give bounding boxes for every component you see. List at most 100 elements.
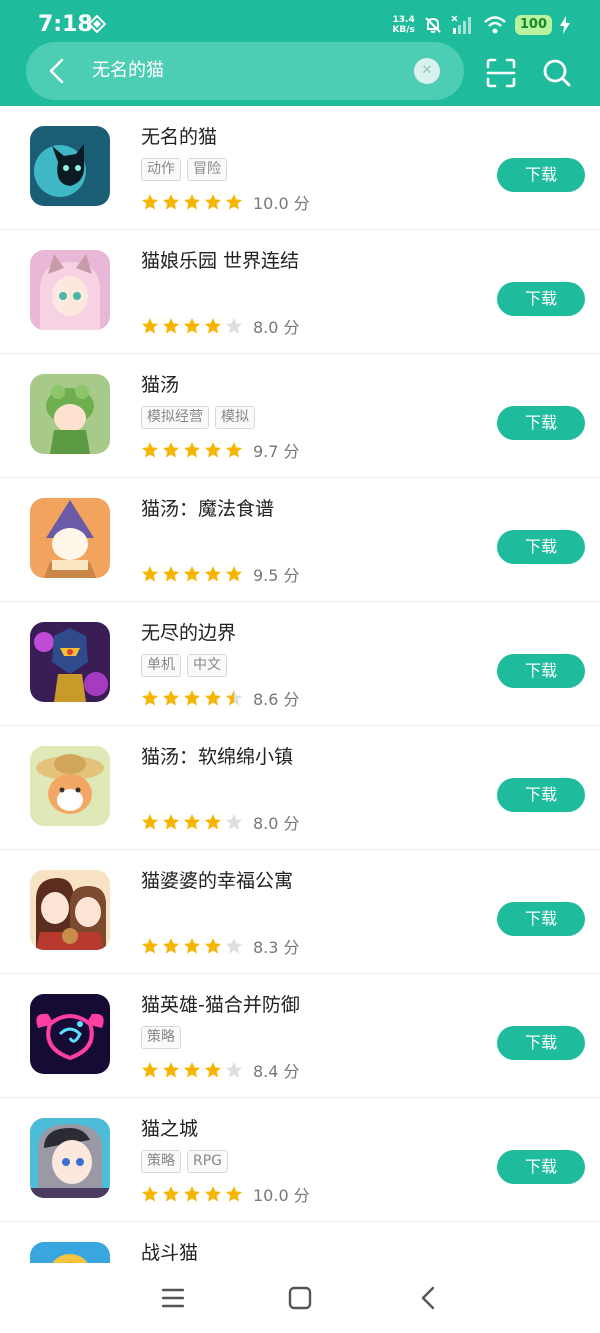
app-title: 无尽的边界 — [141, 622, 237, 644]
tag: 中文 — [187, 654, 227, 677]
list-item[interactable]: 猫汤 模拟经营 模拟 9.7 分 下载 — [0, 354, 600, 478]
home-icon[interactable] — [287, 1285, 313, 1311]
search-input[interactable] — [92, 56, 402, 86]
search-bar: ✕ — [26, 42, 464, 100]
download-button[interactable]: 下载 — [497, 530, 585, 564]
app-icon — [30, 1242, 110, 1263]
download-button[interactable]: 下载 — [497, 158, 585, 192]
tag: RPG — [187, 1150, 229, 1173]
app-icon — [30, 622, 110, 702]
score: 8.3 分 — [253, 938, 300, 957]
list-item[interactable]: 战斗猫 — [0, 1222, 600, 1263]
score: 10.0 分 — [253, 1186, 310, 1205]
star-rating — [141, 317, 243, 335]
star-icon — [142, 1186, 158, 1202]
star-icon — [226, 566, 242, 582]
download-button[interactable]: 下载 — [497, 902, 585, 936]
star-icon — [226, 814, 242, 830]
rating: 10.0 分 — [141, 190, 310, 214]
star-icon — [163, 318, 179, 334]
score: 8.4 分 — [253, 1062, 300, 1081]
star-icon — [226, 690, 242, 706]
network-speed: 13.4 KB/s — [392, 15, 415, 35]
list-item[interactable]: 无名的猫 动作 冒险 10.0 分 下载 — [0, 106, 600, 230]
list-item[interactable]: 猫之城 策略 RPG 10.0 分 下载 — [0, 1098, 600, 1222]
star-rating — [141, 193, 243, 211]
star-rating — [141, 1185, 243, 1203]
star-icon — [205, 938, 221, 954]
status-bar: 7:18 13.4 KB/s 100 — [0, 0, 600, 46]
list-item[interactable]: 猫英雄-猫合并防御 策略 8.4 分 下载 — [0, 974, 600, 1098]
star-icon — [142, 442, 158, 458]
app-icon — [30, 374, 110, 454]
download-button[interactable]: 下载 — [497, 778, 585, 812]
download-button[interactable]: 下载 — [497, 1150, 585, 1184]
star-icon — [163, 566, 179, 582]
list-item[interactable]: 无尽的边界 单机 中文 8.6 分 下载 — [0, 602, 600, 726]
star-icon — [184, 690, 200, 706]
score: 9.7 分 — [253, 442, 300, 461]
score: 8.6 分 — [253, 690, 300, 709]
star-icon — [163, 690, 179, 706]
app-icon — [30, 994, 110, 1074]
search-icon[interactable] — [540, 56, 574, 90]
tag: 模拟经营 — [141, 406, 209, 429]
score: 8.0 分 — [253, 814, 300, 833]
score: 10.0 分 — [253, 194, 310, 213]
list-item[interactable]: 猫汤：魔法食谱 9.5 分 下载 — [0, 478, 600, 602]
download-button[interactable]: 下载 — [497, 406, 585, 440]
app-title: 猫英雄-猫合并防御 — [141, 994, 300, 1016]
star-icon — [142, 938, 158, 954]
download-button[interactable]: 下载 — [497, 654, 585, 688]
rating: 8.6 分 — [141, 686, 300, 710]
app-icon — [30, 1118, 110, 1198]
star-icon — [163, 814, 179, 830]
status-time: 7:18 — [38, 12, 93, 37]
mute-bell-icon — [425, 17, 441, 33]
charging-icon — [560, 16, 570, 34]
star-icon — [142, 194, 158, 210]
menu-icon[interactable] — [160, 1285, 186, 1311]
download-button[interactable]: 下载 — [497, 1026, 585, 1060]
star-rating — [141, 813, 243, 831]
star-rating — [141, 1061, 243, 1079]
tag-list: 模拟经营 模拟 — [141, 406, 255, 429]
tag: 策略 — [141, 1026, 181, 1049]
search-results-list: 无名的猫 动作 冒险 10.0 分 下载 猫娘乐园 世界连结 8.0 分 下载 … — [0, 106, 600, 1263]
star-icon — [163, 442, 179, 458]
app-icon — [30, 250, 110, 330]
list-item[interactable]: 猫娘乐园 世界连结 8.0 分 下载 — [0, 230, 600, 354]
app-title: 无名的猫 — [141, 126, 218, 148]
star-icon — [226, 318, 242, 334]
star-icon — [226, 1186, 242, 1202]
app-icon — [30, 126, 110, 206]
app-icon — [30, 870, 110, 950]
score: 8.0 分 — [253, 318, 300, 337]
scan-icon[interactable] — [484, 56, 518, 90]
app-title: 战斗猫 — [141, 1242, 199, 1263]
star-icon — [184, 1062, 200, 1078]
star-icon — [184, 1186, 200, 1202]
star-icon — [205, 194, 221, 210]
app-title: 猫汤：魔法食谱 — [141, 498, 275, 520]
star-rating — [141, 689, 243, 707]
tag-list: 策略 RPG — [141, 1150, 229, 1173]
tag: 单机 — [141, 654, 181, 677]
star-icon — [226, 442, 242, 458]
clear-search-icon[interactable]: ✕ — [414, 58, 440, 84]
list-item[interactable]: 猫婆婆的幸福公寓 8.3 分 下载 — [0, 850, 600, 974]
app-title: 猫汤：软绵绵小镇 — [141, 746, 294, 768]
list-item[interactable]: 猫汤：软绵绵小镇 8.0 分 下载 — [0, 726, 600, 850]
app-notification-icon — [88, 15, 106, 33]
tag: 模拟 — [215, 406, 255, 429]
download-button[interactable]: 下载 — [497, 282, 585, 316]
star-icon — [142, 318, 158, 334]
back-arrow-icon[interactable] — [40, 53, 76, 89]
score: 9.5 分 — [253, 566, 300, 585]
back-icon[interactable] — [416, 1285, 442, 1311]
signal-icon — [451, 15, 471, 34]
tag-list: 单机 中文 — [141, 654, 227, 677]
rating: 8.3 分 — [141, 934, 300, 958]
star-icon — [184, 442, 200, 458]
star-icon — [205, 318, 221, 334]
